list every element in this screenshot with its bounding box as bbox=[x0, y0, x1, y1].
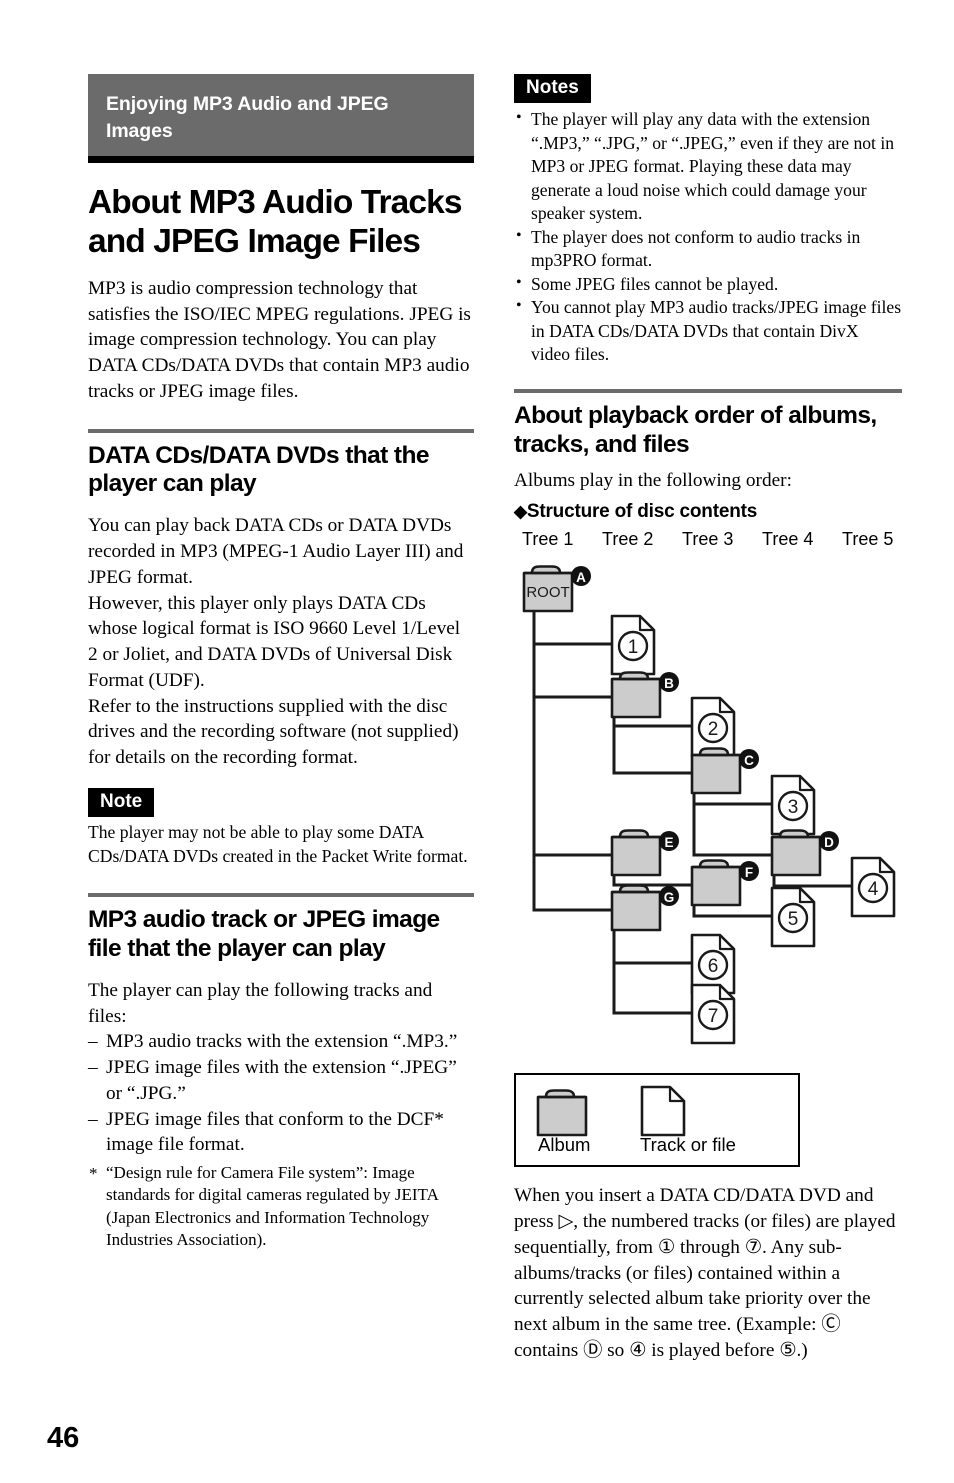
intro-paragraph: MP3 is audio compression technology that… bbox=[88, 277, 471, 402]
svg-text:A: A bbox=[576, 570, 586, 585]
folder-node-b bbox=[610, 671, 662, 719]
legend-label-track-file: Track or file bbox=[640, 1134, 736, 1156]
list-item: MP3 audio tracks with the extension “.MP… bbox=[88, 1029, 474, 1055]
page-number: 46 bbox=[47, 1422, 80, 1454]
track-file-icon bbox=[640, 1085, 686, 1137]
section-heading-mp3-files: MP3 audio track or JPEG image file that … bbox=[88, 906, 440, 962]
badge-c: C bbox=[739, 749, 759, 770]
svg-text:B: B bbox=[664, 676, 674, 691]
svg-text:6: 6 bbox=[708, 956, 719, 977]
badge-d: D bbox=[819, 831, 839, 852]
svg-text:D: D bbox=[824, 835, 834, 850]
badge-a: A bbox=[571, 566, 591, 587]
right-column: Notes The player will play any data with… bbox=[514, 74, 902, 1364]
section-divider bbox=[88, 428, 474, 433]
mp3-files-list: MP3 audio tracks with the extension “.MP… bbox=[88, 1029, 474, 1158]
document-page: Enjoying MP3 Audio and JPEG Images About… bbox=[0, 0, 954, 1483]
folder-node-a: ROOT bbox=[522, 565, 574, 613]
data-cds-paragraph-2: However, this player only plays DATA CDs… bbox=[88, 592, 461, 691]
badge-f: F bbox=[739, 861, 759, 882]
list-item: The player does not conform to audio tra… bbox=[514, 225, 902, 273]
svg-text:1: 1 bbox=[628, 637, 639, 658]
left-column: Enjoying MP3 Audio and JPEG Images About… bbox=[88, 74, 474, 1251]
playback-order-intro: Albums play in the following order: bbox=[514, 469, 792, 491]
folder-node-g bbox=[610, 884, 662, 932]
tree-label-1: Tree 1 bbox=[522, 529, 574, 550]
album-folder-icon bbox=[536, 1089, 588, 1137]
list-item: Some JPEG files cannot be played. bbox=[514, 272, 902, 296]
note-text: The player may not be able to play some … bbox=[88, 822, 468, 866]
svg-text:5: 5 bbox=[788, 909, 799, 930]
svg-text:C: C bbox=[744, 753, 754, 768]
tree-label-3: Tree 3 bbox=[682, 529, 734, 550]
structure-sub-heading-label: Structure of disc contents bbox=[526, 501, 758, 523]
file-node-5: 5 bbox=[770, 886, 816, 948]
file-node-3: 3 bbox=[770, 774, 816, 836]
svg-text:E: E bbox=[664, 835, 673, 850]
diamond-bullet-icon: ◆ bbox=[514, 502, 527, 522]
folder-node-f bbox=[690, 859, 742, 907]
tree-label-5: Tree 5 bbox=[842, 529, 894, 550]
section-divider-3 bbox=[514, 388, 902, 393]
root-folder-label: ROOT bbox=[526, 584, 569, 601]
svg-text:3: 3 bbox=[788, 797, 799, 818]
svg-text:G: G bbox=[664, 890, 675, 905]
diagram-legend: Album Track or file bbox=[514, 1073, 800, 1168]
notes-tag: Notes bbox=[514, 74, 591, 104]
page-title: About MP3 Audio Tracks and JPEG Image Fi… bbox=[88, 184, 462, 260]
data-cds-paragraph-1: You can play back DATA CDs or DATA DVDs … bbox=[88, 515, 464, 588]
list-item: JPEG image files that conform to the DCF… bbox=[88, 1107, 474, 1159]
playback-order-closing: When you insert a DATA CD/DATA DVD and p… bbox=[514, 1185, 896, 1361]
note-tag: Note bbox=[88, 787, 155, 818]
badge-b: B bbox=[659, 672, 679, 693]
folder-node-c bbox=[690, 747, 742, 795]
folder-node-e bbox=[610, 829, 662, 877]
folder-node-d bbox=[770, 829, 822, 877]
tree-label-2: Tree 2 bbox=[602, 529, 654, 550]
svg-text:7: 7 bbox=[708, 1006, 719, 1027]
file-node-1: 1 bbox=[610, 614, 656, 676]
section-heading-playback-order: About playback order of albums, tracks, … bbox=[514, 401, 877, 458]
list-item: The player will play any data with the e… bbox=[514, 107, 902, 225]
list-item: JPEG image files with the extension “.JP… bbox=[88, 1055, 474, 1107]
chapter-banner: Enjoying MP3 Audio and JPEG Images bbox=[88, 74, 474, 164]
svg-text:4: 4 bbox=[868, 879, 879, 900]
file-node-4: 4 bbox=[850, 856, 896, 918]
section-divider-2 bbox=[88, 893, 474, 897]
structure-sub-heading: ◆Structure of disc contents bbox=[514, 501, 902, 523]
svg-text:2: 2 bbox=[708, 719, 719, 740]
badge-g: G bbox=[659, 886, 679, 907]
svg-text:F: F bbox=[745, 865, 753, 880]
legend-label-album: Album bbox=[538, 1134, 591, 1156]
badge-e: E bbox=[659, 831, 679, 852]
dcf-footnote: “Design rule for Camera File system”: Im… bbox=[88, 1162, 474, 1251]
notes-list: The player will play any data with the e… bbox=[514, 107, 902, 366]
list-item: You cannot play MP3 audio tracks/JPEG im… bbox=[514, 295, 902, 366]
tree-label-4: Tree 4 bbox=[762, 529, 814, 550]
mp3-files-intro: The player can play the following tracks… bbox=[88, 979, 433, 1027]
disc-structure-diagram: Tree 1 Tree 2 Tree 3 Tree 4 Tree 5 ROOT … bbox=[514, 529, 902, 1069]
data-cds-paragraph-3: Refer to the instructions supplied with … bbox=[88, 695, 459, 769]
section-heading-data-cds: DATA CDs/DATA DVDs that the player can p… bbox=[88, 441, 429, 498]
tree-structure-svg: ROOT A 1 B 2 C 3 D 4 E F 5 G 6 7 bbox=[522, 565, 896, 1045]
file-node-7: 7 bbox=[690, 983, 736, 1045]
